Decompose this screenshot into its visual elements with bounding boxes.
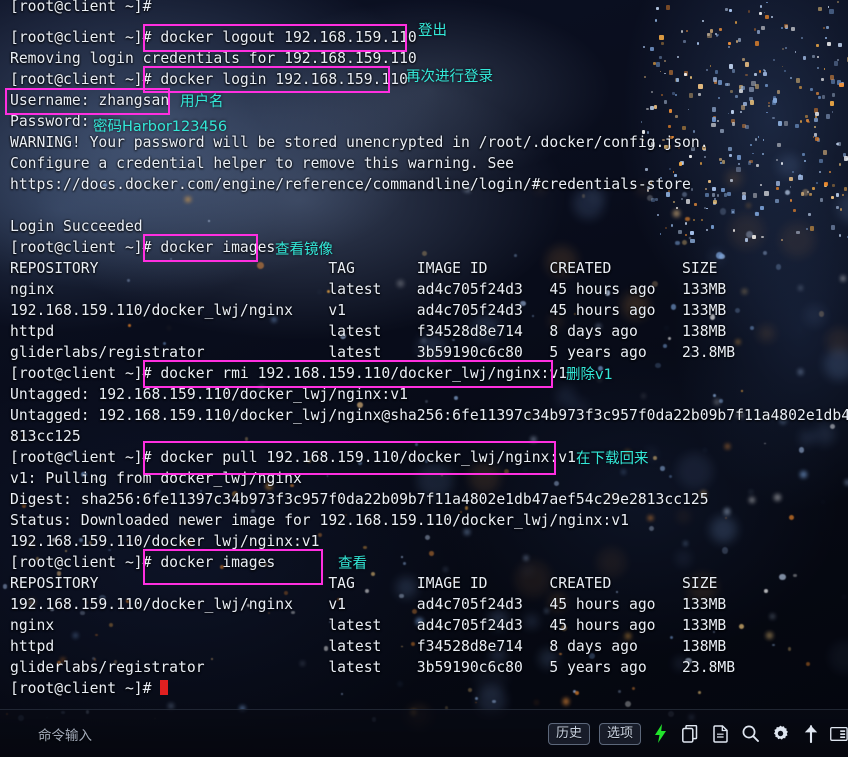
terminal-line: 813cc125 [10,428,81,445]
history-button[interactable]: 历史 [547,722,590,745]
lightning-bolt-icon[interactable] [650,722,671,745]
terminal-line: [root@client ~]# docker pull 192.168.159… [10,449,576,466]
terminal-line: 192.168.159.110/docker_lwj/nginx v1 ad4c… [10,302,727,319]
options-button[interactable]: 选项 [598,722,641,745]
command-input-hint[interactable]: 命令输入 [38,724,92,744]
terminal-output[interactable]: [root@client ~]# [root@client ~]# docker … [0,0,848,710]
status-bar: 命令输入 历史 选项 [0,709,848,757]
terminal-line: Username: zhangsan [10,92,170,109]
terminal-line: gliderlabs/registrator latest 3b59190c6c… [10,659,736,676]
paste-icon[interactable] [710,722,731,745]
terminal-line: REPOSITORY TAG IMAGE ID CREATED SIZE [10,260,718,277]
terminal-line: Untagged: 192.168.159.110/docker_lwj/ngi… [10,386,408,403]
gear-icon[interactable] [770,722,791,745]
terminal-line: v1: Pulling from docker_lwj/nginx [10,470,302,487]
terminal-line: Configure a credential helper to remove … [10,155,515,172]
terminal-line: httpd latest f34528d8e714 8 days ago 138… [10,638,727,655]
terminal-line: 192.168.159.110/docker_lwj/nginx:v1 [10,533,320,550]
terminal-line: nginx latest ad4c705f24d3 45 hours ago 1… [10,281,727,298]
terminal-line: [root@client ~]# [10,0,152,15]
terminal-line: Digest: sha256:6fe11397c34b973f3c957f0da… [10,491,709,508]
anno-view-image: 查看镜像 [275,242,333,258]
status-bar-actions: 历史 选项 [547,722,848,745]
panel-icon[interactable] [830,722,848,745]
anno-relogin: 再次进行登录 [406,69,493,85]
terminal-line: Untagged: 192.168.159.110/docker_lwj/ngi… [10,407,848,424]
terminal-line: [root@client ~]# docker logout 192.168.1… [10,29,417,46]
anno-username: 用户名 [180,94,224,110]
terminal-line: [root@client ~]# docker images [10,554,276,571]
text-cursor [160,680,169,695]
terminal-line: Status: Downloaded newer image for 192.1… [10,512,629,529]
terminal-line: httpd latest f34528d8e714 8 days ago 138… [10,323,727,340]
terminal-line: Password: [10,113,90,130]
terminal-line: [root@client ~]# docker rmi 192.168.159.… [10,365,568,382]
terminal-line: 192.168.159.110/docker_lwj/nginx v1 ad4c… [10,596,727,613]
anno-view: 查看 [338,556,367,572]
search-icon[interactable] [740,722,761,745]
terminal-window: [root@client ~]# [root@client ~]# docker … [0,0,848,757]
terminal-line: Login Succeeded [10,218,143,235]
terminal-line: [root@client ~]# docker login 192.168.15… [10,71,408,88]
terminal-line: [root@client ~]# [10,678,169,699]
anno-redownload: 在下载回来 [576,451,649,467]
terminal-line: https://docs.docker.com/engine/reference… [10,176,691,193]
anno-delete-v1: 删除v1 [566,367,613,383]
anno-password: 密码Harbor123456 [93,119,228,135]
terminal-line: [root@client ~]# docker images [10,239,276,256]
terminal-line: REPOSITORY TAG IMAGE ID CREATED SIZE [10,575,718,592]
terminal-line: Removing login credentials for 192.168.1… [10,50,417,67]
upload-arrow-icon[interactable] [800,722,821,745]
anno-logout: 登出 [418,23,447,39]
terminal-line: nginx latest ad4c705f24d3 45 hours ago 1… [10,617,727,634]
copy-icon[interactable] [680,722,701,745]
terminal-line: gliderlabs/registrator latest 3b59190c6c… [10,344,736,361]
